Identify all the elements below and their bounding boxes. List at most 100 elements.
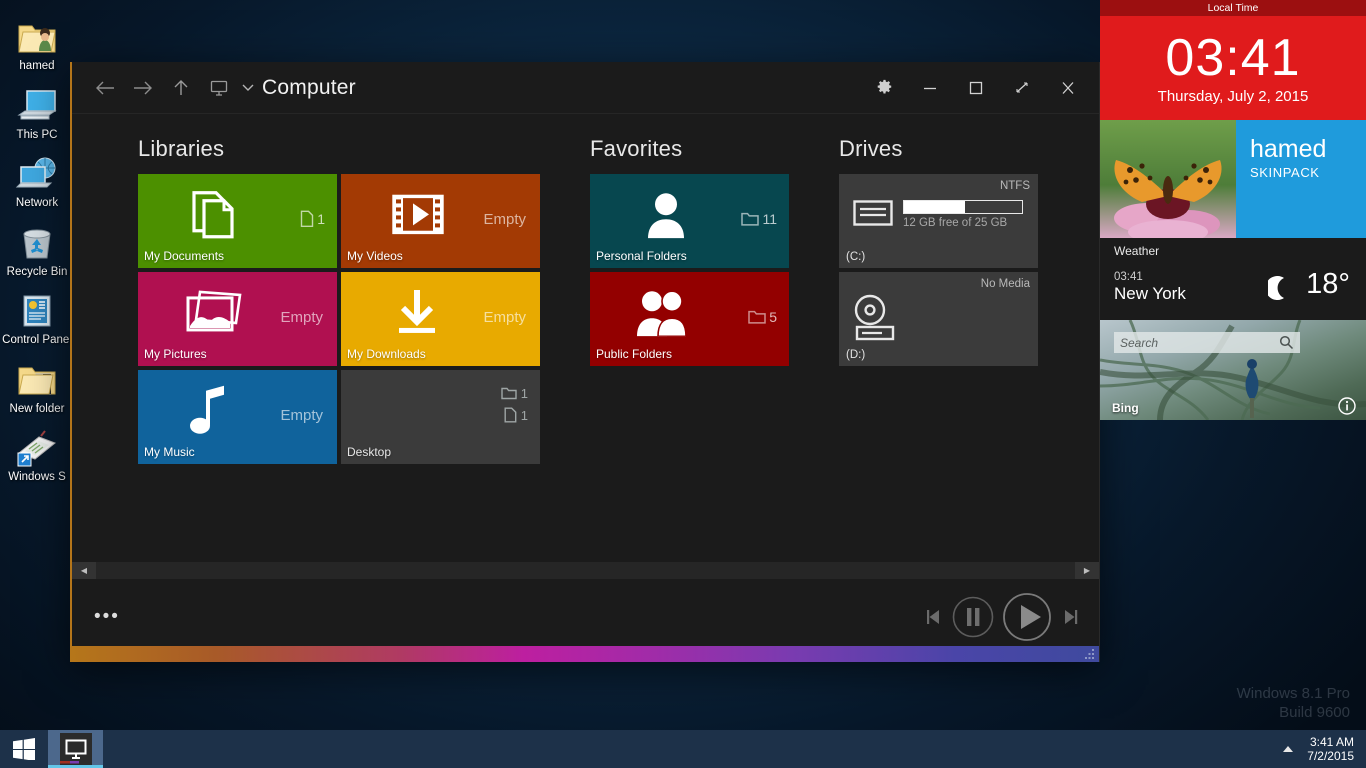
play-icon[interactable] [1001, 591, 1053, 643]
tile-my-music[interactable]: Empty My Music [138, 370, 337, 464]
scroll-right-button[interactable]: ▶ [1075, 562, 1099, 579]
tile-my-downloads[interactable]: Empty My Downloads [341, 272, 540, 366]
desktop-icon-label: New folder [2, 403, 72, 416]
weather-widget[interactable]: Weather 03:41 New York 18° [1100, 238, 1366, 320]
bing-label: Bing [1112, 401, 1139, 415]
control-panel-icon [2, 286, 72, 330]
desktop-icon-windows-s[interactable]: Windows S [0, 417, 74, 486]
up-arrow-icon[interactable] [162, 68, 200, 108]
bing-search-widget[interactable]: Search Bing [1100, 320, 1366, 420]
gear-icon[interactable] [861, 65, 907, 111]
tile-label: Public Folders [596, 347, 672, 361]
minimize-icon[interactable] [907, 65, 953, 111]
group-title-drives: Drives [839, 136, 1038, 162]
taskbar: 3:41 AM 7/2/2015 [0, 730, 1366, 768]
explorer-content: Libraries 1 [72, 114, 1099, 662]
desktop-icon-label: Recycle Bin [2, 266, 72, 279]
person-icon [646, 190, 686, 243]
tile-desktop[interactable]: 1 1 Desktop [341, 370, 540, 464]
explorer-titlebar: Computer [72, 62, 1099, 114]
user-widget[interactable]: hamed SKINPACK [1100, 120, 1366, 238]
user-subtitle: SKINPACK [1250, 165, 1366, 180]
desktop-icon-this-pc[interactable]: This PC [0, 75, 74, 144]
media-controls [923, 591, 1081, 643]
user-name: hamed [1250, 136, 1366, 163]
drive-filesystem: No Media [981, 278, 1030, 290]
desktop-icon-network[interactable]: Network [0, 143, 74, 212]
group-drives: Drives NTFS [839, 136, 1038, 370]
weather-temperature: 18° [1306, 268, 1350, 301]
taskbar-item-file-explorer[interactable] [48, 730, 103, 768]
chevron-down-icon[interactable] [238, 83, 258, 92]
tile-folder-count-value: 1 [521, 386, 528, 401]
drive-usage-fill [904, 201, 965, 213]
recycle-bin-icon [2, 218, 72, 262]
horizontal-scrollbar[interactable]: ◀ ▶ [72, 562, 1099, 579]
forward-arrow-icon[interactable] [124, 68, 162, 108]
desktop-icon-list: hamed This PC Network [0, 6, 74, 486]
tile-public-folders[interactable]: 5 Public Folders [590, 272, 789, 366]
resize-grip[interactable] [1085, 649, 1095, 660]
drive-free-text: 12 GB free of 25 GB [903, 217, 1023, 229]
tile-state: Empty [280, 309, 323, 326]
desktop-gadget-sidebar: Local Time 03:41 Thursday, July 2, 2015 [1100, 0, 1366, 736]
pause-icon[interactable] [951, 595, 995, 639]
drive-c[interactable]: NTFS 12 GB free of 25 GB [839, 174, 1038, 268]
tile-count: 5 [748, 309, 777, 325]
user-info: hamed SKINPACK [1236, 120, 1366, 238]
tile-label: Personal Folders [596, 249, 687, 263]
start-button[interactable] [0, 730, 48, 768]
tile-file-count: 1 [504, 407, 528, 423]
maximize-icon[interactable] [953, 65, 999, 111]
scroll-left-button[interactable]: ◀ [72, 562, 96, 579]
search-input[interactable]: Search [1114, 332, 1300, 353]
page-title: Computer [262, 76, 356, 100]
desktop-icon-recycle-bin[interactable]: Recycle Bin [0, 212, 74, 281]
desktop-icon-label: Control Panel [2, 334, 72, 347]
search-placeholder: Search [1120, 336, 1158, 350]
tile-count-value: 1 [317, 211, 325, 227]
tile-label: My Videos [347, 249, 403, 263]
windows-watermark: Windows 8.1 Pro Build 9600 [1237, 684, 1350, 722]
tile-my-documents[interactable]: 1 My Documents [138, 174, 337, 268]
previous-icon[interactable] [923, 606, 945, 628]
tile-label: My Documents [144, 249, 224, 263]
tile-my-pictures[interactable]: Empty My Pictures [138, 272, 337, 366]
moon-icon [1268, 276, 1288, 305]
tile-my-videos[interactable]: Empty My Videos [341, 174, 540, 268]
back-arrow-icon[interactable] [86, 68, 124, 108]
tile-state: Empty [280, 407, 323, 424]
more-options-button[interactable]: ••• [94, 613, 120, 621]
next-icon[interactable] [1059, 606, 1081, 628]
system-tray: 3:41 AM 7/2/2015 [1273, 730, 1366, 768]
video-icon [391, 191, 447, 242]
drive-d[interactable]: No Media (D:) [839, 272, 1038, 366]
expand-icon[interactable] [999, 65, 1045, 111]
group-title-libraries: Libraries [138, 136, 544, 162]
tray-clock[interactable]: 3:41 AM 7/2/2015 [1303, 735, 1366, 763]
close-icon[interactable] [1045, 65, 1091, 111]
info-icon[interactable] [1338, 397, 1356, 415]
shortcut-icon [2, 423, 72, 467]
drive-label: (D:) [846, 349, 865, 361]
desktop-icon-new-folder[interactable]: New folder [0, 349, 74, 418]
tile-count: 1 [300, 210, 325, 228]
drive-label: (C:) [846, 251, 865, 263]
hdd-icon [853, 200, 893, 231]
desktop-icon-hamed[interactable]: hamed [0, 6, 74, 75]
tile-personal-folders[interactable]: 11 Personal Folders [590, 174, 789, 268]
show-hidden-icons-button[interactable] [1273, 745, 1303, 753]
clock-widget[interactable]: 03:41 Thursday, July 2, 2015 [1100, 16, 1366, 120]
search-icon[interactable] [1279, 335, 1294, 350]
group-title-favorites: Favorites [590, 136, 793, 162]
music-icon [190, 383, 230, 442]
monitor-icon[interactable] [200, 68, 238, 108]
drive-usage-bar [903, 200, 1023, 214]
tile-count-value: 11 [762, 211, 777, 227]
tile-counts: 1 1 [501, 386, 528, 423]
explorer-bottom-bar: ••• [72, 579, 1099, 654]
desktop-icon-control-panel[interactable]: Control Panel [0, 280, 74, 349]
desktop-icon-label: Network [2, 197, 72, 210]
tile-state: Empty [483, 211, 526, 228]
desktop-icon-label: This PC [2, 129, 72, 142]
